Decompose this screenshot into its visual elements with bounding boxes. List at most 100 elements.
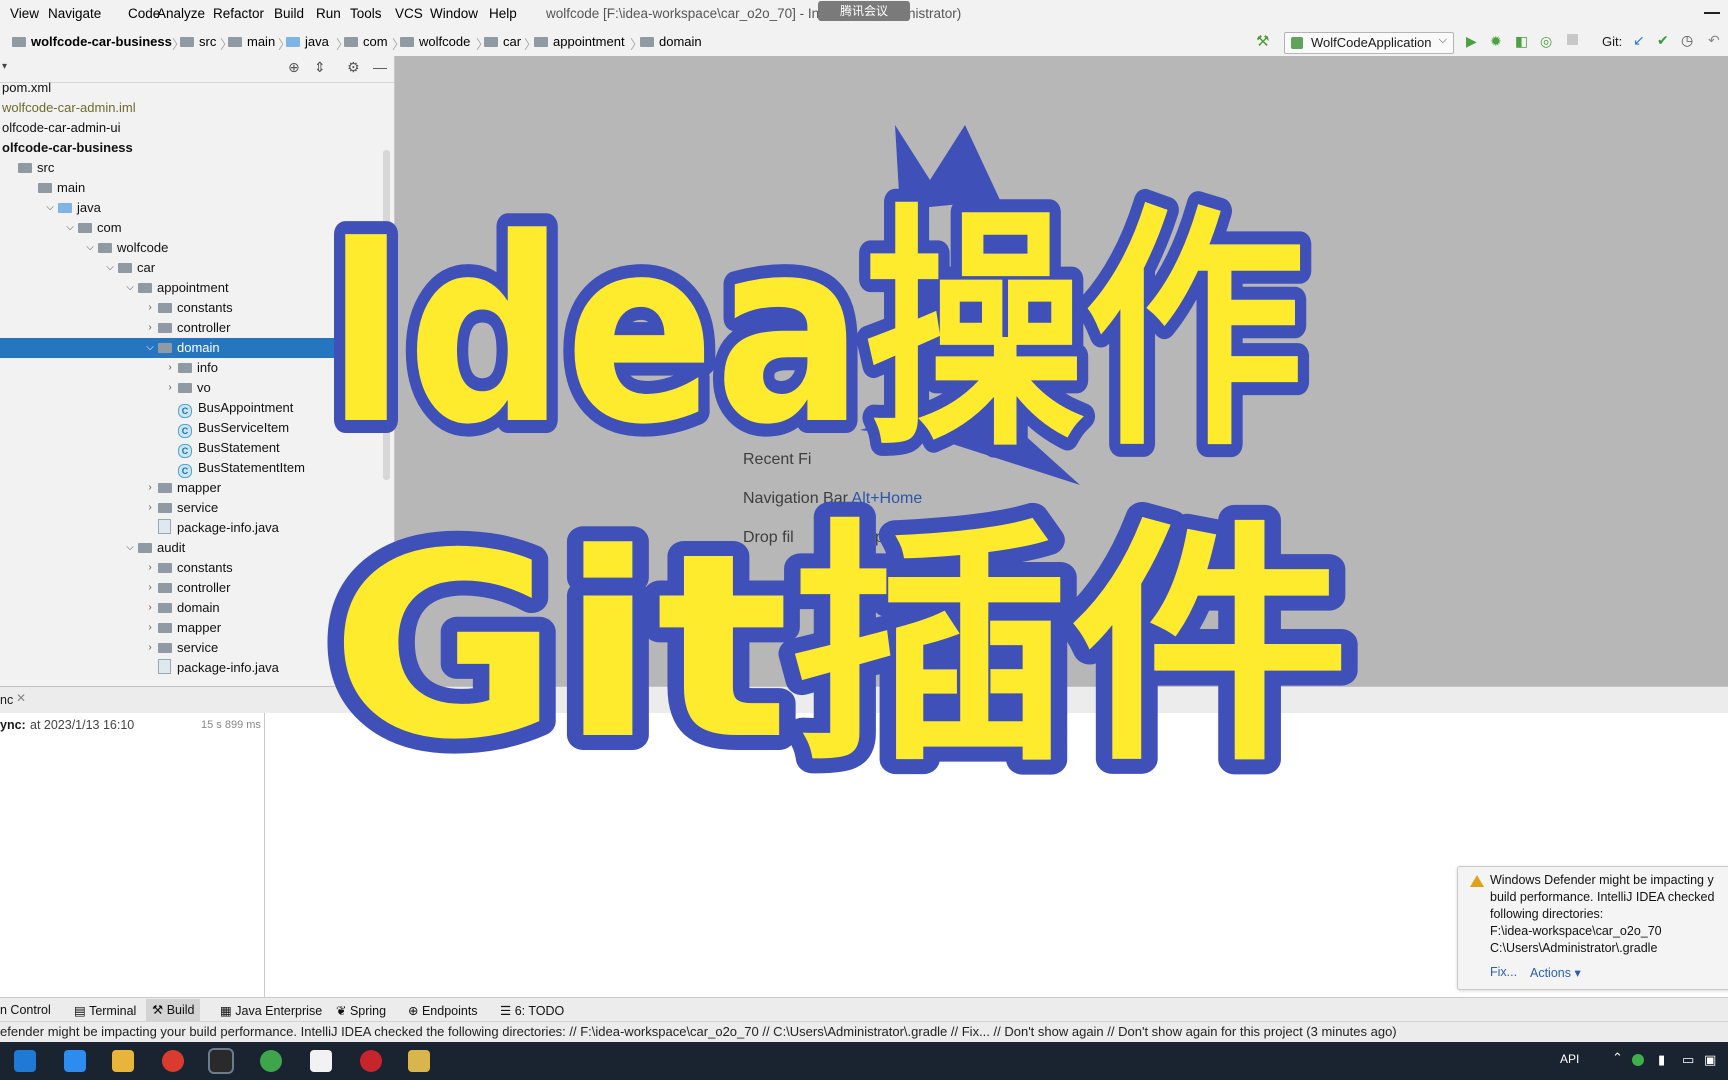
tree-node[interactable]: olfcode-car-business	[0, 138, 394, 158]
chevron-right-icon[interactable]: ›	[144, 298, 156, 318]
breadcrumb-item[interactable]: appointment	[534, 34, 625, 49]
hide-icon[interactable]: —	[373, 59, 387, 75]
hammer-icon[interactable]: ⚒	[1256, 32, 1269, 50]
fix-link[interactable]: Fix...	[1490, 965, 1517, 979]
chevron-down-icon[interactable]: ⌵	[104, 258, 116, 278]
tab-java-enterprise[interactable]: ▦ Java Enterprise	[220, 1003, 322, 1018]
tray-status-icon[interactable]	[1632, 1054, 1644, 1066]
tree-node[interactable]: › controller	[0, 578, 394, 598]
git-update-icon[interactable]: ↙	[1633, 32, 1645, 49]
tray-chevron-up-icon[interactable]: ⌃	[1612, 1050, 1623, 1066]
tree-node[interactable]: › mapper	[0, 478, 394, 498]
build-sync-tab[interactable]: nc	[0, 693, 13, 707]
tree-node[interactable]: › service	[0, 498, 394, 518]
tree-node[interactable]: ⌵ com	[0, 218, 394, 238]
app-icon-red[interactable]	[360, 1050, 382, 1072]
tree-node[interactable]: ⌵ audit	[0, 538, 394, 558]
chevron-down-icon[interactable]: ⌵	[84, 238, 96, 258]
debug-icon[interactable]: ✹	[1490, 33, 1502, 50]
chevron-down-icon[interactable]: ⌵	[144, 338, 156, 358]
collapse-all-icon[interactable]: ⇕	[314, 59, 326, 76]
tree-node[interactable]: C BusAppointment	[0, 398, 394, 418]
tab-todo[interactable]: ☰ 6: TODO	[500, 1003, 564, 1018]
tree-node[interactable]: package-info.java	[0, 658, 394, 678]
app-icon-mail[interactable]	[64, 1050, 86, 1072]
editor-empty-area[interactable]: Recent Fi Navigation Bar Alt+Home Drop f…	[395, 56, 1728, 686]
tab-terminal[interactable]: ▤ Terminal	[74, 1003, 136, 1018]
chevron-down-icon[interactable]: ⌵	[44, 198, 56, 218]
status-bar[interactable]: efender might be impacting your build pe…	[0, 1021, 1728, 1043]
breadcrumb-item[interactable]: java	[286, 34, 329, 49]
tree-node[interactable]: › vo	[0, 378, 394, 398]
tray-display-icon[interactable]: ▭	[1682, 1052, 1694, 1068]
app-icon-tool[interactable]	[408, 1050, 430, 1072]
tree-node[interactable]: ⌵ appointment	[0, 278, 394, 298]
tree-node[interactable]: ⌵ car	[0, 258, 394, 278]
menu-refactor[interactable]: Refactor	[213, 6, 264, 21]
tree-node[interactable]: pom.xml	[0, 78, 394, 98]
app-icon-typora[interactable]	[310, 1050, 332, 1072]
menu-view[interactable]: View	[10, 6, 39, 21]
git-history-icon[interactable]: ◷	[1681, 32, 1693, 49]
menu-navigate[interactable]: Navigate	[48, 6, 101, 21]
close-icon[interactable]: ✕	[16, 691, 26, 705]
chevron-right-icon[interactable]: ›	[164, 358, 176, 378]
menu-vcs[interactable]: VCS	[395, 6, 423, 21]
app-icon-intellij[interactable]	[208, 1048, 234, 1074]
app-icon-green[interactable]	[260, 1050, 282, 1072]
tray-api-label[interactable]: API	[1560, 1052, 1579, 1066]
tab-spring[interactable]: ❦ Spring	[336, 1003, 386, 1018]
tree-node[interactable]: › controller	[0, 318, 394, 338]
menu-analyze[interactable]: Analyze	[157, 6, 205, 21]
gear-icon[interactable]: ⚙	[347, 59, 360, 76]
locate-icon[interactable]: ⊕	[288, 59, 300, 76]
tree-node[interactable]: C BusStatementItem	[0, 458, 394, 478]
tree-node[interactable]: C BusStatement	[0, 438, 394, 458]
tree-node[interactable]: › constants	[0, 298, 394, 318]
tree-node[interactable]: main	[0, 178, 394, 198]
profile-icon[interactable]: ◎	[1540, 33, 1552, 50]
run-config-select[interactable]: WolfCodeApplication ⌵	[1284, 32, 1454, 54]
chevron-down-icon[interactable]: ⌵	[64, 218, 76, 238]
tree-node[interactable]: ⌵ java	[0, 198, 394, 218]
menu-build[interactable]: Build	[274, 6, 304, 21]
tree-node[interactable]: › constants	[0, 558, 394, 578]
chevron-right-icon[interactable]: ›	[144, 638, 156, 658]
breadcrumb-item[interactable]: domain	[640, 34, 702, 49]
tray-mic-icon[interactable]: ▮	[1658, 1052, 1665, 1068]
chevron-right-icon[interactable]: ›	[144, 598, 156, 618]
menu-code[interactable]: Code	[128, 6, 160, 21]
tab-version-control[interactable]: n Control	[0, 1003, 51, 1017]
chevron-right-icon[interactable]: ›	[144, 498, 156, 518]
tree-node[interactable]: olfcode-car-admin-ui	[0, 118, 394, 138]
breadcrumb-item[interactable]: wolfcode-car-business	[12, 34, 172, 49]
app-icon-meeting[interactable]	[14, 1050, 36, 1072]
tree-node[interactable]: C BusServiceItem	[0, 418, 394, 438]
menu-window[interactable]: Window	[430, 6, 478, 21]
tree-node[interactable]: src	[0, 158, 394, 178]
tree-node[interactable]: ⌵ domain	[0, 338, 394, 358]
breadcrumb-item[interactable]: main	[228, 34, 275, 49]
actions-link[interactable]: Actions ▾	[1530, 965, 1581, 980]
menu-help[interactable]: Help	[489, 6, 517, 21]
tree-node[interactable]: › mapper	[0, 618, 394, 638]
tree-node[interactable]: package-info.java	[0, 518, 394, 538]
meeting-badge[interactable]: 腾讯会议	[818, 1, 910, 21]
git-commit-icon[interactable]: ✔	[1657, 32, 1669, 49]
chevron-right-icon[interactable]: ›	[144, 578, 156, 598]
tray-network-icon[interactable]: ▣	[1704, 1052, 1716, 1068]
app-icon-explorer[interactable]	[112, 1050, 134, 1072]
chevron-down-icon[interactable]: ⌵	[124, 278, 136, 298]
tab-endpoints[interactable]: ⊕ Endpoints	[408, 1003, 478, 1018]
app-icon-chrome[interactable]	[162, 1050, 184, 1072]
dropdown-icon[interactable]: ▾	[2, 61, 7, 72]
breadcrumb-item[interactable]: wolfcode	[400, 34, 470, 49]
chevron-right-icon[interactable]: ›	[144, 318, 156, 338]
chevron-down-icon[interactable]: ⌵	[124, 538, 136, 558]
minimize-icon[interactable]	[1704, 12, 1720, 14]
run-icon[interactable]: ▶	[1466, 33, 1477, 50]
git-rollback-icon[interactable]: ↶	[1708, 32, 1720, 49]
chevron-right-icon[interactable]: ›	[144, 478, 156, 498]
chevron-right-icon[interactable]: ›	[164, 378, 176, 398]
coverage-icon[interactable]: ◧	[1515, 33, 1528, 50]
